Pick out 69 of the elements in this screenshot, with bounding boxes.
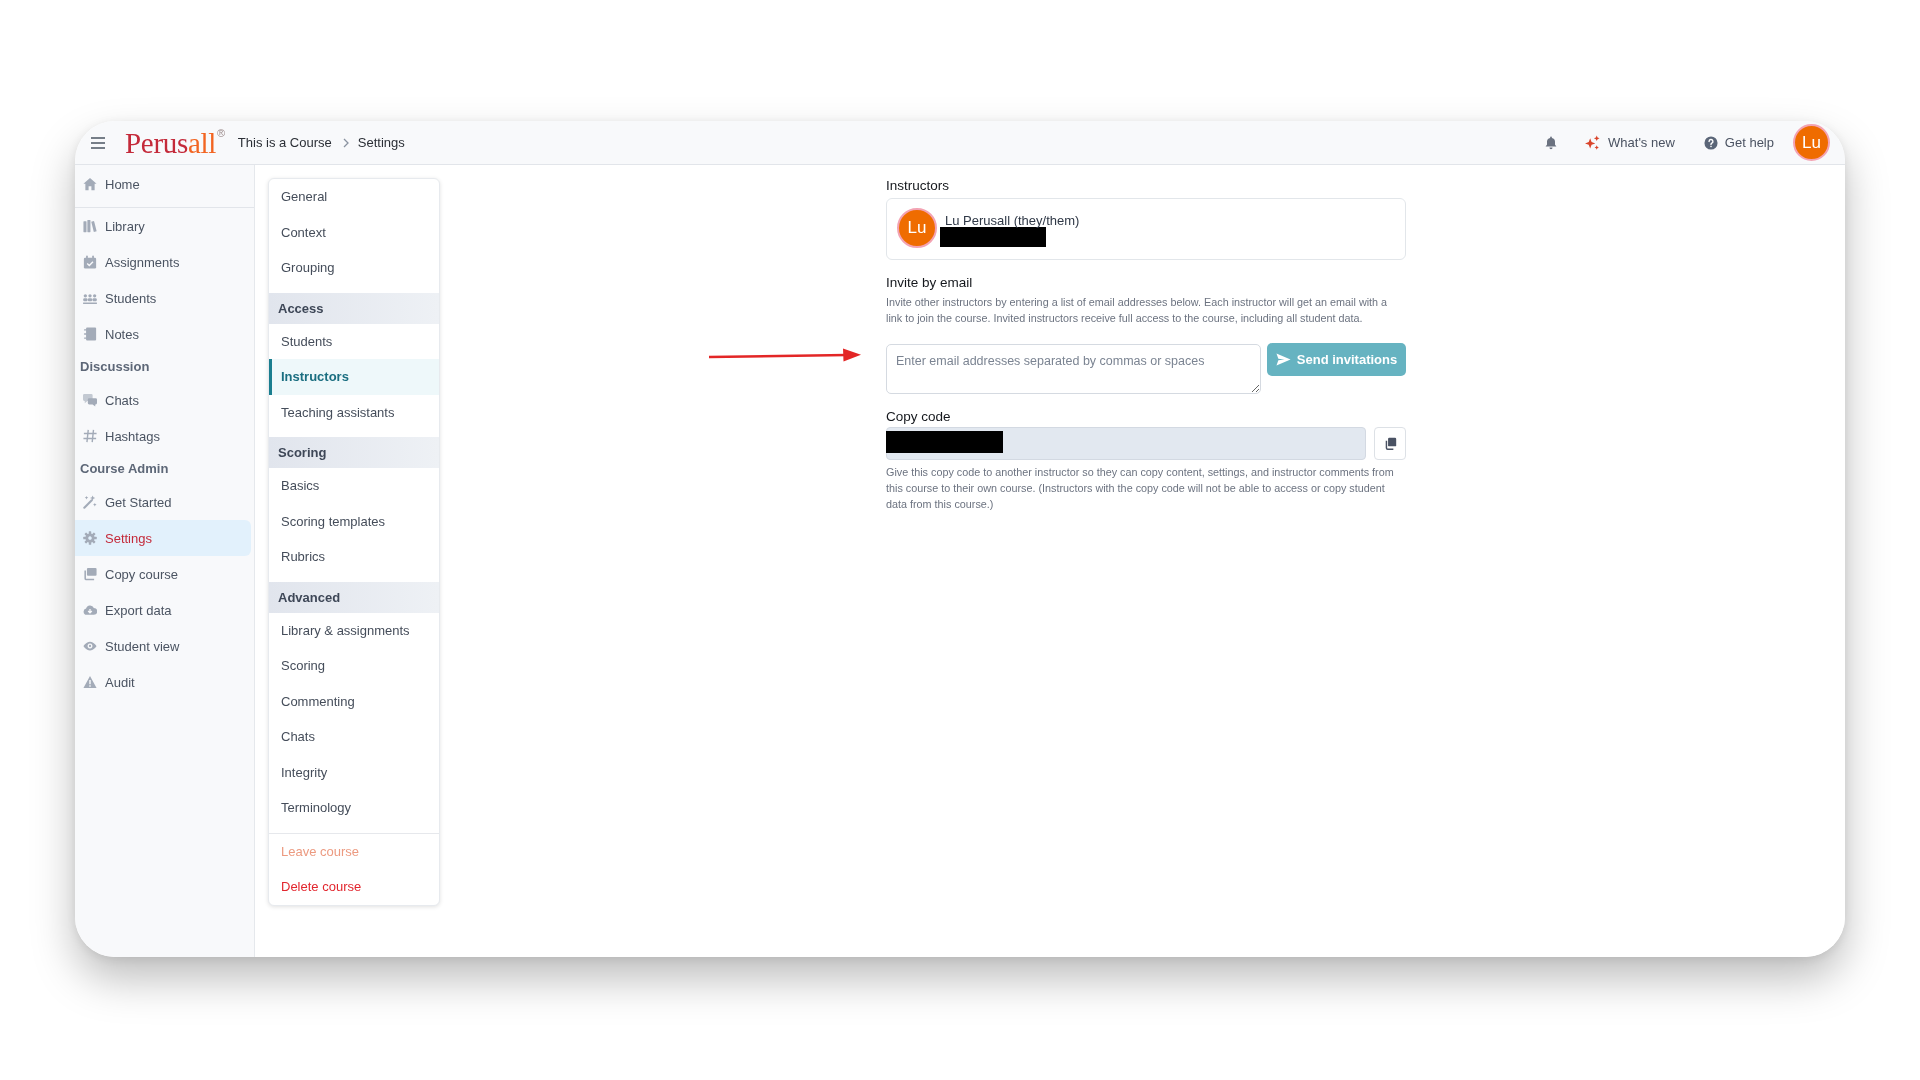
sidebar-item[interactable]: Assignments [75,244,251,280]
sidebar-item[interactable]: Export data [75,592,251,628]
chevron-right-icon [342,137,349,148]
help-text: Invite other instructors by entering a list of email addresses below. Each instructor will get an email with a link to join the course. Invited instructors receive full access to the course, including all student data. [886,295,1389,326]
settings-menu-item[interactable]: Scoring templates [269,503,439,539]
calendar-check-icon [83,255,97,269]
settings-menu-item[interactable]: General [269,179,439,215]
sidebar-item[interactable]: Settings [75,520,251,556]
settings-menu-item[interactable]: Terminology [269,790,439,826]
warning-icon [83,675,97,689]
sidebar-item[interactable]: Copy course [75,556,251,592]
instructor-name: Lu Perusall (they/them) [945,212,1080,230]
sidebar-item[interactable]: Library [75,208,251,244]
settings-menu-item[interactable]: Context [269,214,439,250]
email-field[interactable]: Enter email addresses separated by commas or spaces [886,344,1261,394]
cloud-download-icon [83,603,97,617]
settings-menu-item[interactable]: Instructors [269,359,439,395]
settings-icon [83,531,97,545]
settings-menu-item[interactable]: Library & assignments [269,612,439,648]
menu-section-header: Advanced [269,581,439,613]
settings-menu-item[interactable]: Students [269,323,439,359]
help-icon [1703,135,1718,150]
settings-menu-item[interactable]: Teaching assistants [269,394,439,430]
sidebar-item[interactable]: Student view [75,628,251,664]
notifications-icon[interactable] [1544,135,1559,150]
avatar: Lu [897,208,937,248]
copy-icon [1383,437,1397,450]
copy-code-field[interactable] [886,427,1366,460]
breadcrumb-link[interactable]: This is a Course [237,135,332,150]
sidebar-item[interactable]: Home [75,166,251,202]
whats-new-link[interactable]: What's new [1585,135,1675,150]
sidebar-section-title: Discussion [79,358,151,376]
notebook-icon [83,327,97,341]
eye-icon [83,639,97,653]
sidebar-section-title: Course Admin [79,460,170,478]
settings-menu-item[interactable]: Scoring [269,648,439,684]
get-help-link[interactable]: Get help [1703,135,1774,150]
sidebar-item[interactable]: Hashtags [75,418,251,454]
section-title: Instructors [886,177,951,195]
settings-menu-item[interactable]: Chats [269,719,439,755]
people-icon [83,291,97,305]
send-icon [1275,352,1291,367]
hash-icon [83,429,97,443]
help-text: Give this copy code to another instructor so they can copy content, settings, and instructor comments from this course to their own course. (Instructors with the copy code will not be able to access or copy student data from this course.) [886,465,1395,512]
magic-wand-icon [83,495,97,509]
sidebar-item[interactable]: Chats [75,382,251,418]
settings-menu-item[interactable]: Rubrics [269,539,439,575]
copy-icon [83,567,97,581]
chat-bubbles-icon [83,393,97,407]
settings-menu-item[interactable]: Integrity [269,754,439,790]
home-icon [83,177,97,191]
sidebar-item[interactable]: Get Started [75,484,251,520]
section-title: Copy code [886,408,952,426]
menu-section-header: Access [269,292,439,324]
sidebar-item[interactable]: Notes [75,316,251,352]
books-icon [83,219,97,233]
settings-menu-item[interactable]: Grouping [269,250,439,286]
logo[interactable]: Perusall$^{®}$ [125,127,225,158]
settings-menu-item[interactable]: Commenting [269,683,439,719]
sparkle-icon [1585,135,1601,150]
sidebar-item[interactable]: Audit [75,664,251,700]
section-title: Invite by email [886,274,974,292]
breadcrumb-current: Settings [357,135,405,150]
menu-section-header: Scoring [269,437,439,468]
settings-menu-link[interactable]: Delete course [269,869,439,905]
copy-button[interactable] [1374,427,1406,460]
settings-menu-item[interactable]: Basics [269,468,439,504]
sidebar-item[interactable]: Students [75,280,251,316]
menu-icon[interactable] [91,136,105,149]
